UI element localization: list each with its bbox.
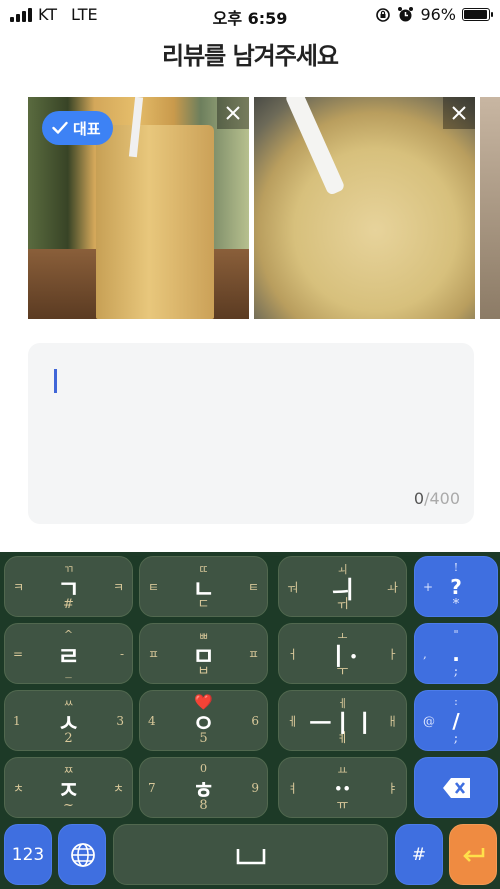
key-main-label: ㄴ <box>192 574 215 603</box>
char-count-max: /400 <box>424 489 460 508</box>
key-bottom-label: ; <box>453 731 459 746</box>
keyboard: 123 # ㄲ # ㅋㅋㄱㄸㄷㅌㅌㄴㅚㅟㅝㅘㅢ! * +? ^ _ = - ㄹㅃㅂㅍㅍㅁㅗㅜㅓㅏㅣ… <box>0 552 500 889</box>
review-textarea[interactable]: 0/400 <box>28 343 474 524</box>
char-count-current: 0 <box>413 489 425 508</box>
check-icon <box>52 121 68 134</box>
battery-percent: 96% <box>420 5 456 24</box>
photo-thumbnail[interactable] <box>480 97 500 319</box>
remove-photo-button[interactable] <box>217 97 249 129</box>
key-main-label: ㅈ <box>57 775 80 804</box>
key-nieun[interactable]: ㄸㄷㅌㅌㄴ <box>139 556 268 617</box>
number-mode-label: 123 <box>11 844 45 865</box>
key-vowel-1[interactable]: ㅚㅟㅝㅘㅢ <box>278 556 407 617</box>
remove-photo-button[interactable] <box>443 97 475 129</box>
key-punct-2[interactable]: ";,. <box>414 623 498 684</box>
return-icon <box>463 848 485 862</box>
key-ieung[interactable]: 5 4 6 ㅇ ❤️ <box>139 690 268 751</box>
key-main-label: ·· <box>334 773 351 802</box>
key-main-label: ㅣ· <box>327 641 358 670</box>
photo-strip[interactable]: 대표 <box>28 97 500 319</box>
key-punct-1[interactable]: ! * +? <box>414 556 498 617</box>
key-top-label: : <box>454 695 458 708</box>
key-jieut[interactable]: ㅉ ~ ㅊㅊㅈ <box>4 757 133 818</box>
language-key[interactable] <box>58 824 106 885</box>
key-bottom-label: * <box>452 597 460 612</box>
key-hieut[interactable]: 0879ㅎ <box>139 757 268 818</box>
char-counter: 0/400 <box>414 489 460 508</box>
representative-badge[interactable]: 대표 <box>42 111 113 145</box>
photo-thumbnail[interactable]: 대표 <box>28 97 249 319</box>
status-bar: KT LTE 오후 6:59 96% <box>0 0 500 30</box>
key-main-label: ㅁ <box>192 641 215 670</box>
key-main-label: . <box>452 641 460 666</box>
key-main-label: ㄱ <box>57 574 80 603</box>
representative-label: 대표 <box>73 119 101 138</box>
return-key[interactable] <box>449 824 497 885</box>
key-siot[interactable]: ㅆ213ㅅ <box>4 690 133 751</box>
space-key[interactable] <box>113 824 388 885</box>
rotation-lock-icon <box>376 7 391 22</box>
key-main-label: ㅎ <box>192 775 215 804</box>
key-top-label: ! <box>453 561 459 574</box>
number-mode-key[interactable]: 123 <box>4 824 52 885</box>
drink-cup-image <box>96 125 214 319</box>
backspace-key[interactable] <box>414 757 498 818</box>
key-vowel-3[interactable]: ㅔㅖㅔㅐㅡㅣㅣ <box>278 690 407 751</box>
key-main-label: ㅡㅣㅣ <box>309 708 376 737</box>
key-main-label: ㄹ <box>57 641 80 670</box>
space-icon <box>236 849 266 865</box>
heart-icon: ❤️ <box>194 693 213 711</box>
key-bottom-label: ; <box>453 664 459 679</box>
alarm-icon <box>398 7 414 22</box>
key-main-label: ㅅ <box>57 708 80 737</box>
key-main-label: / <box>452 708 460 733</box>
photo-thumbnail[interactable] <box>254 97 475 319</box>
key-main-label: ? <box>450 574 462 599</box>
close-icon <box>452 106 466 120</box>
key-mieum[interactable]: ㅃㅂㅍㅍㅁ <box>139 623 268 684</box>
text-cursor <box>54 369 57 393</box>
key-top-label: " <box>453 628 459 641</box>
hash-key[interactable]: # <box>395 824 443 885</box>
globe-icon <box>71 843 95 867</box>
hash-label: # <box>411 844 427 865</box>
backspace-icon <box>443 778 470 798</box>
page-title: 리뷰를 남겨주세요 <box>162 42 339 70</box>
battery-icon <box>462 8 493 21</box>
key-vowel-2[interactable]: ㅗㅜㅓㅏㅣ· <box>278 623 407 684</box>
key-giyeok[interactable]: ㄲ # ㅋㅋㄱ <box>4 556 133 617</box>
key-vowel-4[interactable]: ㅛㅠㅕㅑ ·· <box>278 757 407 818</box>
key-rieul[interactable]: ^ _ = - ㄹ <box>4 623 133 684</box>
key-punct-3[interactable]: :; @ / <box>414 690 498 751</box>
key-main-label: ㅢ <box>331 574 354 603</box>
close-icon <box>226 106 240 120</box>
